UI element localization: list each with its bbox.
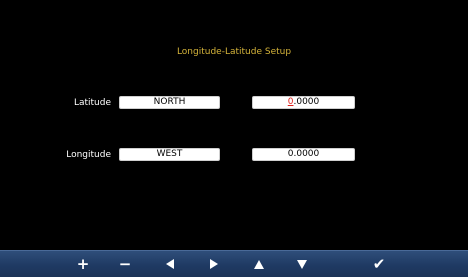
- longitude-value-field[interactable]: 0.0000: [252, 148, 355, 161]
- latitude-direction-field[interactable]: NORTH: [119, 96, 220, 109]
- longitude-direction-field[interactable]: WEST: [119, 148, 220, 161]
- minus-button[interactable]: −: [111, 251, 139, 277]
- setup-screen: Longitude-Latitude Setup Latitude NORTH …: [0, 0, 468, 277]
- bottom-toolbar: + − ✔: [0, 250, 468, 277]
- up-button[interactable]: [245, 251, 273, 277]
- page-title: Longitude-Latitude Setup: [176, 47, 292, 57]
- right-button[interactable]: [200, 251, 228, 277]
- checkmark-icon: ✔: [372, 254, 386, 273]
- arrow-right-icon: [210, 259, 218, 269]
- minus-icon: −: [118, 254, 132, 273]
- plus-icon: +: [76, 254, 90, 273]
- latitude-value-field[interactable]: 0.0000: [252, 96, 355, 109]
- down-button[interactable]: [288, 251, 316, 277]
- plus-button[interactable]: +: [69, 251, 97, 277]
- longitude-label: Longitude: [66, 150, 111, 160]
- confirm-button[interactable]: ✔: [365, 251, 393, 277]
- latitude-value-rest: .0000: [293, 97, 320, 107]
- latitude-label: Latitude: [73, 98, 111, 108]
- arrow-down-icon: [297, 259, 307, 269]
- arrow-left-icon: [166, 259, 174, 269]
- left-button[interactable]: [156, 251, 184, 277]
- arrow-up-icon: [254, 259, 264, 269]
